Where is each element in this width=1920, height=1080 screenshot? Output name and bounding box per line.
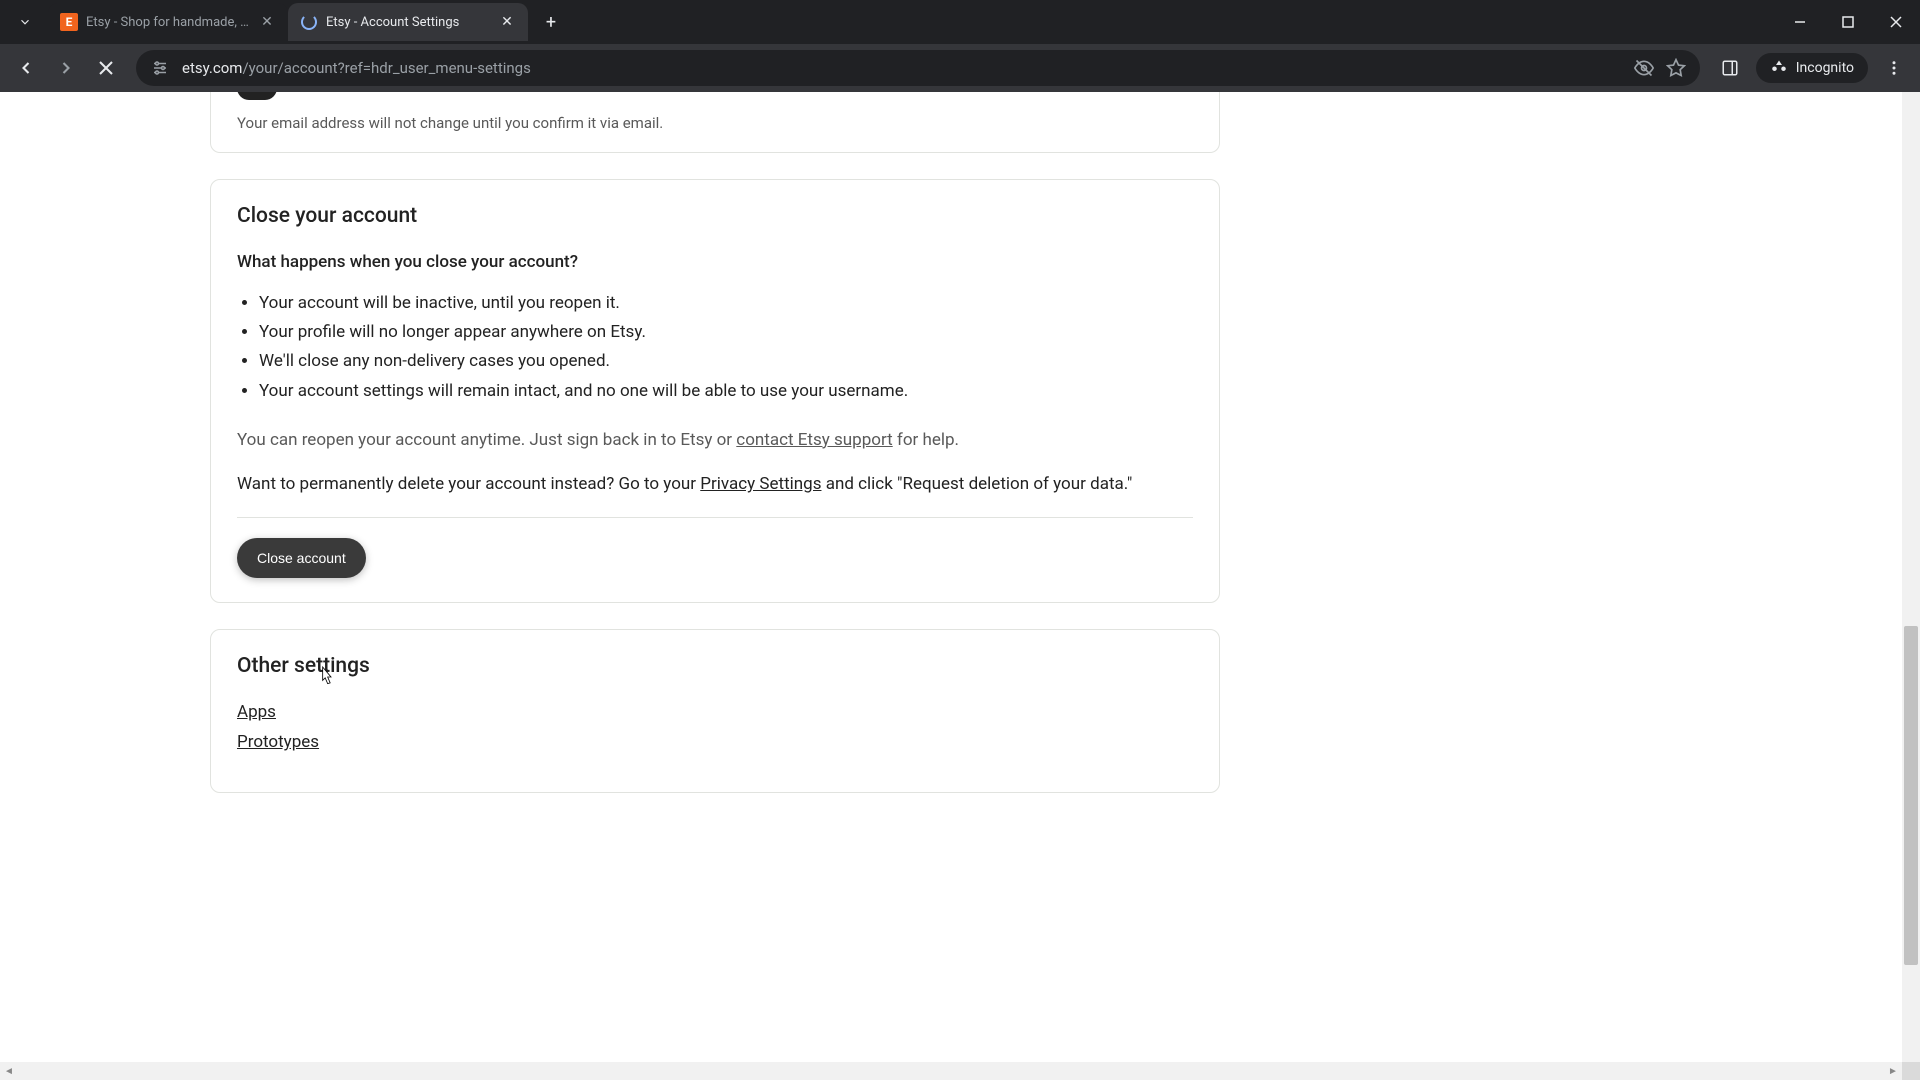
other-settings-title: Other settings [237, 654, 1193, 678]
horizontal-scrollbar[interactable]: ◄ ► [0, 1062, 1902, 1080]
close-tab-icon[interactable]: ✕ [258, 13, 276, 31]
list-item: Your profile will no longer appear anywh… [259, 319, 1193, 346]
site-settings-icon[interactable] [150, 58, 170, 78]
change-email-button[interactable] [237, 92, 277, 100]
maximize-button[interactable] [1824, 0, 1872, 44]
menu-icon[interactable] [1876, 50, 1912, 86]
vertical-scrollbar[interactable] [1902, 92, 1920, 1062]
incognito-badge[interactable]: Incognito [1756, 53, 1868, 83]
incognito-icon [1770, 59, 1788, 77]
permanent-delete-text: Want to permanently delete your account … [237, 471, 1193, 497]
tab-bar: E Etsy - Shop for handmade, vint ✕ Etsy … [0, 0, 1920, 44]
toolbar: etsy.com/your/account?ref=hdr_user_menu-… [0, 44, 1920, 92]
tab-etsy-home[interactable]: E Etsy - Shop for handmade, vint ✕ [48, 3, 288, 41]
back-button[interactable] [8, 50, 44, 86]
close-account-question: What happens when you close your account… [237, 252, 1193, 272]
email-change-card: Your email address will not change until… [210, 92, 1220, 153]
privacy-settings-link[interactable]: Privacy Settings [700, 474, 821, 494]
close-tab-icon[interactable]: ✕ [498, 13, 516, 31]
side-panel-icon[interactable] [1712, 50, 1748, 86]
list-item: We'll close any non-delivery cases you o… [259, 348, 1193, 375]
contact-support-link[interactable]: contact Etsy support [736, 430, 892, 450]
close-account-card: Close your account What happens when you… [210, 179, 1220, 603]
tab-search-dropdown[interactable] [8, 5, 42, 39]
email-helper-text: Your email address will not change until… [237, 114, 1193, 132]
close-account-button[interactable]: Close account [237, 538, 366, 578]
window-controls [1776, 0, 1920, 44]
close-window-button[interactable] [1872, 0, 1920, 44]
tab-title: Etsy - Shop for handmade, vint [86, 15, 250, 30]
bookmark-icon[interactable] [1666, 58, 1686, 78]
viewport: Your email address will not change until… [0, 92, 1920, 1080]
incognito-label: Incognito [1796, 60, 1854, 76]
visibility-off-icon[interactable] [1634, 58, 1654, 78]
url-text: etsy.com/your/account?ref=hdr_user_menu-… [182, 59, 1622, 77]
close-account-bullets: Your account will be inactive, until you… [237, 290, 1193, 405]
address-bar[interactable]: etsy.com/your/account?ref=hdr_user_menu-… [136, 50, 1700, 86]
close-account-title: Close your account [237, 204, 1193, 228]
list-item: Your account will be inactive, until you… [259, 290, 1193, 317]
prototypes-link[interactable]: Prototypes [237, 732, 1193, 752]
loading-spinner-icon [300, 13, 318, 31]
divider [237, 517, 1193, 518]
tab-account-settings[interactable]: Etsy - Account Settings ✕ [288, 3, 528, 41]
new-tab-button[interactable]: + [536, 7, 566, 37]
browser-chrome: E Etsy - Shop for handmade, vint ✕ Etsy … [0, 0, 1920, 92]
forward-button[interactable] [48, 50, 84, 86]
minimize-button[interactable] [1776, 0, 1824, 44]
apps-link[interactable]: Apps [237, 702, 1193, 722]
scroll-left-icon[interactable]: ◄ [0, 1062, 18, 1080]
other-settings-card: Other settings Apps Prototypes [210, 629, 1220, 793]
etsy-favicon-icon: E [60, 13, 78, 31]
reopen-text: You can reopen your account anytime. Jus… [237, 427, 1193, 453]
list-item: Your account settings will remain intact… [259, 378, 1193, 405]
stop-reload-button[interactable] [88, 50, 124, 86]
scroll-right-icon[interactable]: ► [1884, 1062, 1902, 1080]
scroll-corner [1902, 1062, 1920, 1080]
tab-title: Etsy - Account Settings [326, 15, 490, 30]
scrollbar-thumb[interactable] [1904, 626, 1918, 966]
